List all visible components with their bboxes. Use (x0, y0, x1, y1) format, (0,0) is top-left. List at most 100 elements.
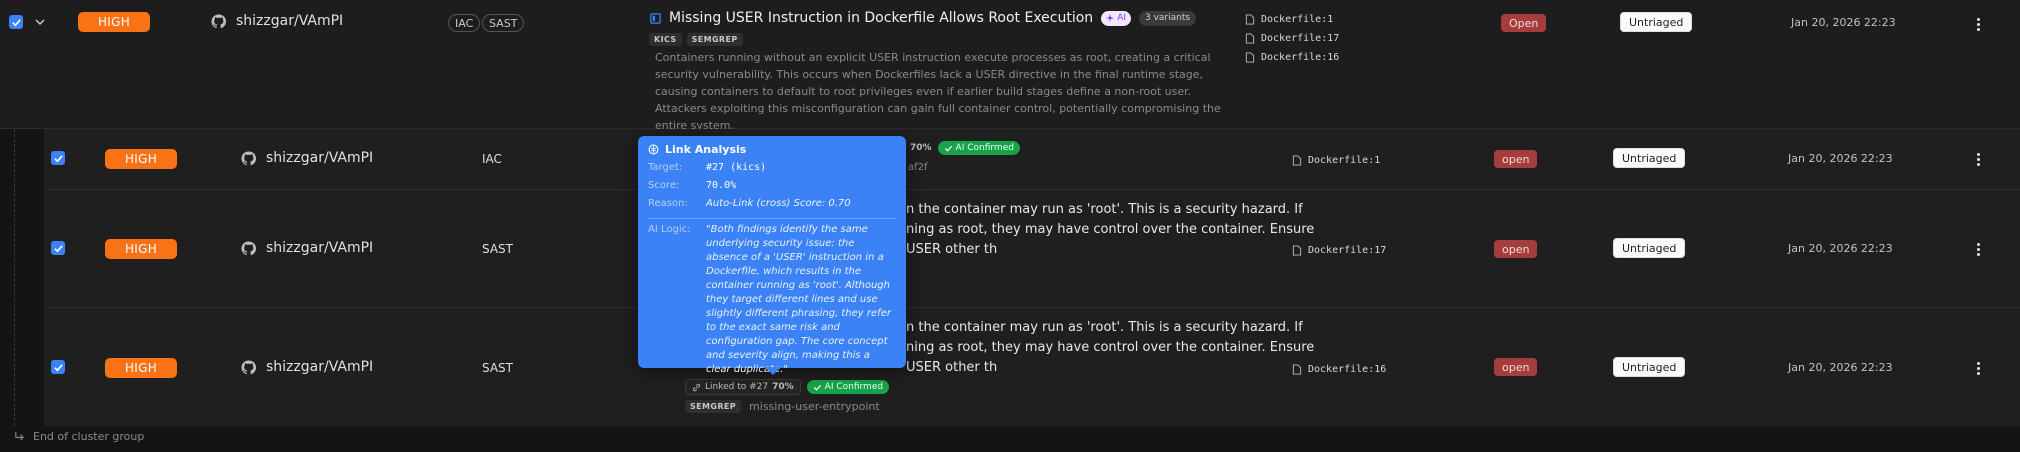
linked-to-label: Linked to #27 (705, 382, 769, 392)
tooltip-score-row: Score: 70.0% (648, 179, 896, 192)
check-icon (813, 384, 821, 391)
repo-link[interactable]: shizzgar/VAmPI (211, 13, 343, 29)
detected-date: Jan 20, 2026 22:23 (1788, 152, 1893, 165)
finding-message-line: n the container may run as 'root'. This … (906, 202, 1303, 217)
link-summary[interactable]: Linked to #27 70% AI Confirmed (685, 379, 890, 395)
repo-link[interactable]: shizzgar/VAmPI (241, 150, 373, 166)
chevron-down-icon[interactable] (33, 14, 47, 28)
tooltip-title: Link Analysis (665, 143, 747, 156)
ai-confirmed-label: AI Confirmed (955, 143, 1014, 153)
finding-title[interactable]: Missing USER Instruction in Dockerfile A… (669, 10, 1093, 26)
tooltip-key: Reason: (648, 198, 688, 209)
parent-finding-row[interactable]: HIGH shizzgar/VAmPI IAC SAST Missing USE… (0, 0, 2020, 132)
finding-title-line[interactable]: Missing USER Instruction in Dockerfile A… (650, 10, 1197, 26)
tooltip-key: Score: (648, 180, 680, 191)
repo-name: shizzgar/VAmPI (266, 150, 374, 166)
severity-badge: HIGH (105, 149, 177, 169)
repo-link[interactable]: shizzgar/VAmPI (241, 359, 373, 375)
finding-message-line: USER other th (906, 242, 998, 257)
tool-chip-kics: KICS (649, 33, 682, 46)
file-path: Dockerfile:1 (1261, 14, 1334, 25)
status-badge[interactable]: Open (1501, 14, 1547, 32)
file-location[interactable]: Dockerfile:17 (1292, 243, 1386, 258)
tag-sast: SAST (482, 14, 525, 32)
tooltip-divider (648, 218, 896, 219)
severity-badge: HIGH (78, 12, 150, 32)
triage-dropdown[interactable]: Untriaged (1613, 238, 1686, 258)
file-icon (1292, 364, 1302, 375)
file-location[interactable]: Dockerfile:17 (1245, 31, 1339, 46)
cluster-guide-line (14, 129, 15, 426)
tooltip-reason-row: Reason: Auto-Link (cross) Score: 0.70 (648, 197, 896, 210)
tooltip-target: #27 (kics) (706, 162, 767, 173)
file-location[interactable]: Dockerfile:16 (1245, 50, 1339, 65)
end-group-label: End of cluster group (33, 430, 145, 443)
link-summary[interactable]: 70% AI Confirmed (910, 141, 1020, 155)
rule-line: SEMGREP missing-user-entrypoint (685, 400, 880, 413)
check-icon (53, 244, 63, 252)
link-score: 70% (772, 382, 794, 392)
link-icon (692, 383, 701, 391)
tooltip-key: Target: (648, 162, 683, 173)
variants-chip[interactable]: 3 variants (1139, 10, 1197, 26)
more-actions-icon[interactable] (1977, 18, 1981, 31)
row-checkbox[interactable] (51, 241, 65, 255)
tooltip-score: 70.0% (706, 180, 737, 191)
more-actions-icon[interactable] (1977, 243, 1981, 256)
github-icon (241, 359, 256, 374)
status-badge[interactable]: open (1494, 150, 1538, 168)
file-icon (1245, 52, 1255, 63)
file-icon (1292, 155, 1302, 166)
more-actions-icon[interactable] (1977, 153, 1981, 166)
tooltip-target-row: Target: #27 (kics) (648, 161, 896, 174)
tool-chip-semgrep: SEMGREP (686, 33, 743, 46)
triage-dropdown[interactable]: Untriaged (1613, 357, 1686, 377)
finding-message-line: ning as root, they may have control over… (906, 340, 1315, 355)
file-location[interactable]: Dockerfile:1 (1292, 153, 1380, 168)
tooltip-logic: "Both findings identify the same underly… (706, 224, 891, 375)
parent-row-checkbox[interactable] (9, 15, 23, 29)
check-icon (11, 18, 21, 26)
file-icon (1292, 245, 1302, 256)
status-badge[interactable]: open (1494, 358, 1538, 376)
file-icon (1245, 33, 1255, 44)
finding-type: SAST (482, 242, 513, 256)
triage-dropdown[interactable]: Untriaged (1613, 148, 1686, 168)
row-checkbox[interactable] (51, 151, 65, 165)
ai-label: AI (1117, 13, 1126, 23)
check-icon (53, 154, 63, 162)
tooltip-caret (765, 367, 781, 375)
file-location[interactable]: Dockerfile:16 (1292, 362, 1386, 377)
file-path: Dockerfile:16 (1308, 364, 1387, 375)
finding-description: Containers running without an explicit U… (655, 51, 1221, 132)
file-path: Dockerfile:16 (1261, 52, 1340, 63)
more-actions-icon[interactable] (1977, 362, 1981, 375)
repo-name: shizzgar/VAmPI (266, 240, 374, 256)
tooltip-header: Link Analysis (648, 143, 896, 156)
repo-name: shizzgar/VAmPI (266, 359, 374, 375)
file-location[interactable]: Dockerfile:1 (1245, 12, 1339, 27)
github-icon (241, 150, 256, 165)
detected-date: Jan 20, 2026 22:23 (1791, 16, 1896, 29)
ai-chip: AI (1101, 10, 1131, 26)
tooltip-key: AI Logic: (648, 224, 691, 235)
repo-link[interactable]: shizzgar/VAmPI (241, 240, 373, 256)
end-of-cluster: End of cluster group (14, 430, 144, 443)
status-badge[interactable]: open (1494, 240, 1538, 258)
link-score: 70% (910, 143, 932, 153)
file-path: Dockerfile:17 (1308, 245, 1387, 256)
triage-dropdown[interactable]: Untriaged (1620, 12, 1693, 32)
ai-confirmed-chip: AI Confirmed (937, 141, 1020, 155)
row-checkbox[interactable] (51, 360, 65, 374)
github-icon (211, 13, 226, 28)
check-icon (944, 145, 952, 152)
corner-down-right-icon (15, 431, 24, 441)
repo-name: shizzgar/VAmPI (236, 13, 344, 29)
github-icon (241, 240, 256, 255)
detected-date: Jan 20, 2026 22:23 (1788, 361, 1893, 374)
sparkle-icon (1106, 14, 1115, 22)
tool-chip-semgrep: SEMGREP (685, 400, 742, 413)
linked-to-chip[interactable]: Linked to #27 70% (685, 379, 801, 395)
ai-confirmed-chip: AI Confirmed (806, 380, 890, 394)
finding-type: SAST (482, 361, 513, 375)
